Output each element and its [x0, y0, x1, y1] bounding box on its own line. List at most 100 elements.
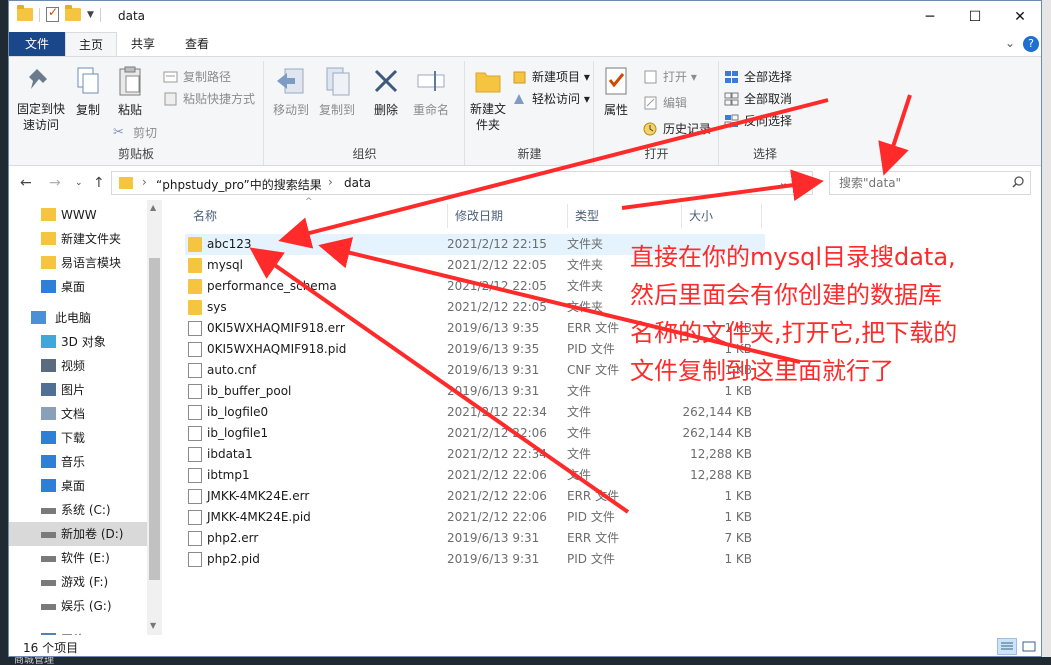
new-folder-button[interactable]: 新建文件夹	[468, 65, 508, 133]
open-button[interactable]: 打开 ▾	[643, 67, 697, 87]
refresh-icon[interactable]: ↻	[796, 175, 807, 190]
chevron-right-icon[interactable]: ›	[142, 175, 147, 189]
file-row[interactable]: php2.err 2019/6/13 9:31 ERR 文件 7 KB	[185, 528, 765, 549]
file-size: 12,288 KB	[690, 447, 752, 461]
maximize-button[interactable]: ☐	[952, 1, 998, 32]
tab-view[interactable]: 查看	[171, 32, 223, 56]
select-all-label: 全部选择	[744, 70, 793, 84]
file-row[interactable]: JMKK-4MK24E.pid 2021/2/12 22:06 PID 文件 1 KB	[185, 507, 765, 528]
paste-shortcut-button[interactable]: 粘贴快捷方式	[163, 89, 255, 109]
nav-item[interactable]: 游戏 (F:)	[9, 570, 147, 594]
cut-button[interactable]: ✂ 剪切	[113, 123, 157, 143]
copy-to-button[interactable]: 复制到	[317, 65, 357, 118]
nav-item[interactable]: 易语言模块	[9, 251, 147, 275]
ribbon-collapse-icon[interactable]: ⌄	[1005, 36, 1015, 50]
search-input[interactable]	[830, 172, 1008, 194]
nav-item[interactable]: 此电脑	[9, 306, 147, 330]
column-header-date[interactable]: 修改日期	[447, 204, 567, 228]
file-date: 2019/6/13 9:35	[447, 342, 540, 356]
forward-arrow-icon[interactable]: →	[49, 175, 61, 191]
pin-quick-access-button[interactable]: 固定到快速访问	[15, 65, 67, 133]
nav-item[interactable]: 3D 对象	[9, 330, 147, 354]
nav-item[interactable]: WWW	[9, 203, 147, 227]
delete-button[interactable]: 删除	[369, 65, 403, 118]
breadcrumb-search-results[interactable]: “phpstudy_pro”中的搜索结果	[156, 176, 322, 193]
file-type: 文件夹	[567, 300, 604, 314]
move-to-button[interactable]: 移动到	[271, 65, 311, 118]
file-date: 2019/6/13 9:35	[447, 321, 540, 335]
properties-quick-icon[interactable]	[46, 5, 59, 22]
file-row[interactable]: ib_logfile0 2021/2/12 22:34 文件 262,144 KB	[185, 402, 765, 423]
recent-locations-icon[interactable]: ⌄	[75, 178, 83, 188]
column-header-type[interactable]: 类型	[567, 204, 681, 228]
select-none-icon	[724, 92, 739, 106]
nav-item[interactable]: 音乐	[9, 450, 147, 474]
new-folder-quick-icon[interactable]	[65, 5, 81, 21]
rename-button[interactable]: 重命名	[409, 65, 453, 118]
edit-icon	[643, 96, 658, 110]
scroll-up-icon[interactable]: ▲	[150, 203, 156, 212]
details-view-icon[interactable]	[997, 638, 1017, 655]
nav-item[interactable]: 桌面	[9, 474, 147, 498]
tab-share[interactable]: 共享	[117, 32, 169, 56]
nav-item[interactable]: 图片	[9, 378, 147, 402]
history-button[interactable]: 历史记录	[643, 119, 711, 139]
scroll-down-icon[interactable]: ▼	[150, 621, 156, 630]
paste-button[interactable]: 粘贴	[113, 65, 147, 118]
search-box[interactable]	[829, 171, 1031, 195]
copy-icon	[72, 65, 104, 97]
nav-item[interactable]: 软件 (E:)	[9, 546, 147, 570]
chevron-right-icon[interactable]: ›	[328, 175, 333, 189]
nav-item[interactable]: 娱乐 (G:)	[9, 594, 147, 618]
divider	[99, 7, 101, 22]
up-arrow-icon[interactable]: ↑	[93, 175, 105, 191]
file-icon	[188, 447, 202, 462]
edit-label: 编辑	[663, 96, 688, 110]
copy-path-button[interactable]: 复制路径	[163, 67, 231, 87]
properties-button[interactable]: 属性	[599, 65, 633, 118]
drive-icon	[41, 508, 56, 514]
copy-button[interactable]: 复制	[71, 65, 105, 118]
nav-item[interactable]: 新加卷 (D:)	[9, 522, 147, 546]
file-type: 文件	[567, 468, 592, 482]
back-arrow-icon[interactable]: ←	[20, 175, 32, 191]
divider[interactable]	[761, 204, 762, 228]
nav-scrollbar[interactable]: ▲ ▼	[147, 200, 162, 635]
close-button[interactable]: ✕	[997, 1, 1041, 32]
address-dropdown-icon[interactable]: ⌄	[779, 176, 788, 189]
tab-file[interactable]: 文件	[9, 32, 65, 56]
select-none-button[interactable]: 全部取消	[724, 89, 792, 109]
file-icon	[188, 552, 202, 567]
address-bar[interactable]: › “phpstudy_pro”中的搜索结果 › data ⌄ ↻	[111, 171, 813, 195]
minimize-button[interactable]: ─	[907, 1, 953, 32]
move-to-label: 移动到	[272, 103, 309, 117]
column-header-name[interactable]: 名称	[185, 204, 447, 228]
search-icon[interactable]	[1012, 176, 1024, 188]
file-row[interactable]: ibdata1 2021/2/12 22:34 文件 12,288 KB	[185, 444, 765, 465]
file-name: php2.pid	[207, 552, 260, 566]
tab-home[interactable]: 主页	[65, 32, 117, 56]
nav-item[interactable]: 桌面	[9, 275, 147, 299]
scrollbar-thumb[interactable]	[149, 258, 160, 580]
file-icon	[188, 468, 202, 483]
customize-quick-access-icon[interactable]: ▼	[87, 10, 94, 20]
file-row[interactable]: ib_logfile1 2021/2/12 22:06 文件 262,144 KB	[185, 423, 765, 444]
easy-access-button[interactable]: 轻松访问 ▾	[512, 89, 590, 109]
file-row[interactable]: php2.pid 2019/6/13 9:31 PID 文件 1 KB	[185, 549, 765, 570]
nav-item[interactable]: 下载	[9, 426, 147, 450]
help-icon[interactable]: ?	[1023, 36, 1039, 52]
nav-item[interactable]: 文档	[9, 402, 147, 426]
nav-item[interactable]: 系统 (C:)	[9, 498, 147, 522]
file-row[interactable]: JMKK-4MK24E.err 2021/2/12 22:06 ERR 文件 1 KB	[185, 486, 765, 507]
new-item-button[interactable]: 新建项目 ▾	[512, 67, 590, 87]
edit-button[interactable]: 编辑	[643, 93, 687, 113]
large-icons-view-icon[interactable]	[1019, 638, 1039, 655]
invert-selection-button[interactable]: 反向选择	[724, 111, 792, 131]
file-row[interactable]: ibtmp1 2021/2/12 22:06 文件 12,288 KB	[185, 465, 765, 486]
breadcrumb-data[interactable]: data	[344, 176, 371, 190]
nav-item[interactable]: 新建文件夹	[9, 227, 147, 251]
file-date: 2021/2/12 22:34	[447, 405, 547, 419]
select-all-button[interactable]: 全部选择	[724, 67, 792, 87]
column-header-size[interactable]: 大小	[681, 204, 761, 228]
nav-item[interactable]: 视频	[9, 354, 147, 378]
